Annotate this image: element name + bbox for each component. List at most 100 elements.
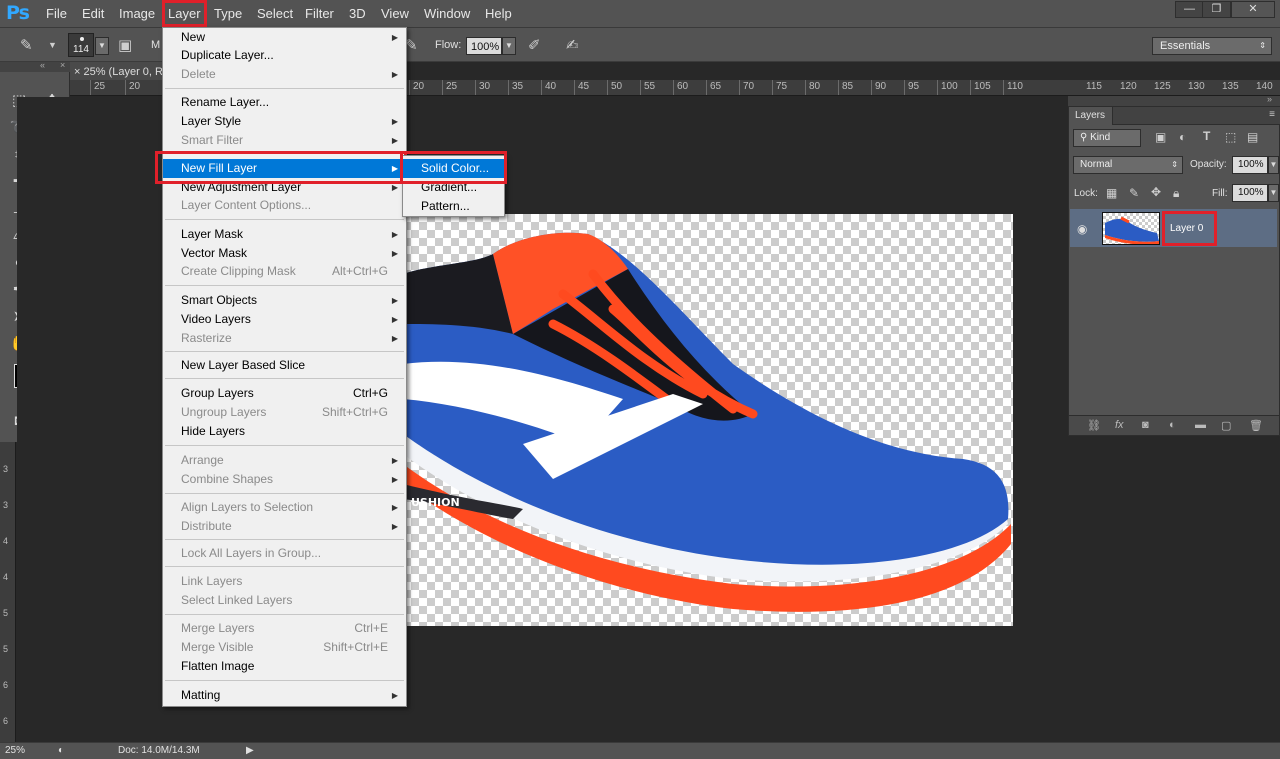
brush-tool-preset-icon[interactable]: ✎ — [20, 36, 33, 54]
chevron-down-icon[interactable]: ▼ — [48, 40, 57, 50]
updown-icon: ⇕ — [1171, 160, 1178, 169]
pixel-filter-icon[interactable]: ▣ — [1155, 130, 1166, 144]
shape-filter-icon[interactable]: ⬚ — [1225, 130, 1236, 144]
brush-panel-icon[interactable]: ▣ — [118, 36, 132, 54]
menu-item-rasterize[interactable]: Rasterize ▶ — [163, 329, 406, 348]
menu-item-arrange[interactable]: Arrange ▶ — [163, 451, 406, 470]
panel-menu-icon[interactable]: ≡ — [1269, 109, 1275, 120]
transparent-layer-canvas[interactable]: USHION — [403, 214, 1013, 626]
export-icon[interactable]: ◐ — [58, 745, 64, 756]
fill-field[interactable]: 100% — [1232, 184, 1268, 202]
menu-item-lock-all-layers-in-group[interactable]: Lock All Layers in Group... — [163, 544, 406, 563]
adjustment-filter-icon[interactable]: ◐ — [1179, 130, 1186, 144]
eye-icon[interactable]: ◉ — [1077, 222, 1087, 236]
menu-item-layer-content-options[interactable]: Layer Content Options... — [163, 196, 406, 215]
menu-item-smart-objects[interactable]: Smart Objects ▶ — [163, 291, 406, 310]
menu-item-merge-layers[interactable]: Merge Layers Ctrl+E — [163, 619, 406, 638]
blend-mode-dropdown[interactable]: Normal ⇕ — [1073, 156, 1183, 174]
opacity-field[interactable]: 100% — [1232, 156, 1268, 174]
trash-icon[interactable]: 🗑︎ — [1249, 419, 1263, 432]
menu-item-distribute[interactable]: Distribute ▶ — [163, 517, 406, 536]
ruler-label: 30 — [479, 81, 491, 92]
zoom-level[interactable]: 25% — [5, 745, 25, 756]
layer-name[interactable]: Layer 0 — [1170, 223, 1203, 234]
menu-item-rename-layer[interactable]: Rename Layer... — [163, 93, 406, 112]
menu-item-video-layers[interactable]: Video Layers ▶ — [163, 310, 406, 329]
close-panel-icon[interactable]: × — [60, 60, 65, 70]
flow-dropdown[interactable]: ▼ — [502, 37, 516, 55]
menu-item-align-layers-to-selection[interactable]: Align Layers to Selection ▶ — [163, 498, 406, 517]
brush-size-preview[interactable]: 114 — [68, 33, 94, 57]
menu-filter[interactable]: Filter — [305, 0, 334, 27]
search-icon: ⚲ — [1080, 132, 1091, 143]
workspace-switcher[interactable]: Essentials ⇕ — [1152, 37, 1272, 55]
menu-view[interactable]: View — [381, 0, 409, 27]
menu-item-create-clipping-mask[interactable]: Create Clipping Mask Alt+Ctrl+G — [163, 262, 406, 281]
menu-item-duplicate-layer[interactable]: Duplicate Layer... — [163, 46, 406, 65]
pressure-size-icon[interactable]: ✍ — [566, 36, 579, 54]
airbrush-toggle-icon[interactable]: ✐ — [528, 36, 541, 54]
type-filter-icon[interactable]: T — [1203, 129, 1210, 143]
menu-item-ungroup-layers[interactable]: Ungroup Layers Shift+Ctrl+G — [163, 403, 406, 422]
new-layer-icon[interactable]: ▢ — [1221, 419, 1231, 432]
menu-item-layer-mask[interactable]: Layer Mask ▶ — [163, 225, 406, 244]
menu-item-combine-shapes[interactable]: Combine Shapes ▶ — [163, 470, 406, 489]
photoshop-logo: Ps — [6, 2, 30, 24]
lock-transparent-icon[interactable]: ▦ — [1106, 186, 1117, 200]
menu-item-group-layers[interactable]: Group Layers Ctrl+G — [163, 384, 406, 403]
link-layers-icon[interactable]: ⛓ — [1087, 419, 1101, 432]
flow-field[interactable]: 100% — [466, 37, 502, 55]
layers-tab[interactable]: Layers — [1069, 107, 1113, 125]
smart-object-filter-icon[interactable]: ▤ — [1247, 130, 1258, 144]
collapse-icon[interactable]: » — [1267, 94, 1272, 104]
menu-item-link-layers[interactable]: Link Layers — [163, 572, 406, 591]
lock-position-icon[interactable]: ✥ — [1151, 185, 1161, 199]
adjustment-layer-icon[interactable]: ◐ — [1169, 419, 1176, 431]
lock-image-icon[interactable]: ✎ — [1129, 186, 1139, 200]
document-tab[interactable]: × 25% (Layer 0, R — [70, 62, 162, 82]
menu-3d[interactable]: 3D — [349, 0, 366, 27]
fx-icon[interactable]: fx — [1115, 419, 1124, 431]
document-size: Doc: 14.0M/14.3M — [118, 745, 200, 756]
ruler-label: 4 — [3, 536, 9, 546]
menu-item-flatten-image[interactable]: Flatten Image — [163, 657, 406, 676]
menu-file[interactable]: File — [46, 0, 67, 27]
menu-item-delete[interactable]: Delete ▶ — [163, 65, 406, 84]
menu-window[interactable]: Window — [424, 0, 470, 27]
menu-type[interactable]: Type — [214, 0, 242, 27]
menu-item-vector-mask[interactable]: Vector Mask ▶ — [163, 244, 406, 263]
menu-item-select-linked-layers[interactable]: Select Linked Layers — [163, 591, 406, 610]
collapse-icon[interactable]: « — [40, 60, 45, 70]
restore-button[interactable]: ❐ — [1202, 1, 1231, 18]
add-mask-icon[interactable]: ◙ — [1142, 419, 1149, 431]
menu-item-merge-visible[interactable]: Merge Visible Shift+Ctrl+E — [163, 638, 406, 657]
ruler-label: 20 — [413, 81, 425, 92]
menu-select[interactable]: Select — [257, 0, 293, 27]
layer-row[interactable]: ◉ Layer 0 — [1070, 209, 1277, 247]
filter-kind-dropdown[interactable]: ⚲ Kind — [1073, 129, 1141, 147]
lock-all-icon[interactable]: 🔒︎ — [1173, 186, 1179, 201]
ruler-label: 115 — [1086, 81, 1102, 92]
menu-layer[interactable]: Layer — [162, 0, 207, 27]
fill-dropdown[interactable]: ▼ — [1268, 184, 1279, 202]
menu-item-matting[interactable]: Matting ▶ — [163, 686, 406, 705]
submenu-item-pattern[interactable]: Pattern... — [403, 197, 504, 216]
tools-panel-header[interactable]: « × — [0, 60, 70, 72]
menu-edit[interactable]: Edit — [82, 0, 104, 27]
status-menu-icon[interactable]: ▶ — [246, 745, 254, 756]
new-group-icon[interactable]: ▬ — [1195, 419, 1206, 431]
menu-help[interactable]: Help — [485, 0, 512, 27]
opacity-dropdown[interactable]: ▼ — [1268, 156, 1279, 174]
menu-item-smart-filter[interactable]: Smart Filter ▶ — [163, 131, 406, 150]
menu-image[interactable]: Image — [119, 0, 155, 27]
close-button[interactable]: ✕ — [1231, 1, 1275, 18]
menu-item-new-layer-based-slice[interactable]: New Layer Based Slice — [163, 356, 406, 375]
menu-item-layer-style[interactable]: Layer Style ▶ — [163, 112, 406, 131]
layers-panel-header[interactable]: » — [1068, 94, 1280, 106]
brush-picker-dropdown[interactable]: ▼ — [95, 37, 109, 55]
menu-item-new[interactable]: New ▶ — [163, 28, 406, 47]
submenu-arrow-icon: ▶ — [391, 456, 398, 465]
menu-separator — [165, 378, 404, 379]
minimize-button[interactable]: — — [1175, 1, 1204, 18]
menu-item-hide-layers[interactable]: Hide Layers — [163, 422, 406, 441]
